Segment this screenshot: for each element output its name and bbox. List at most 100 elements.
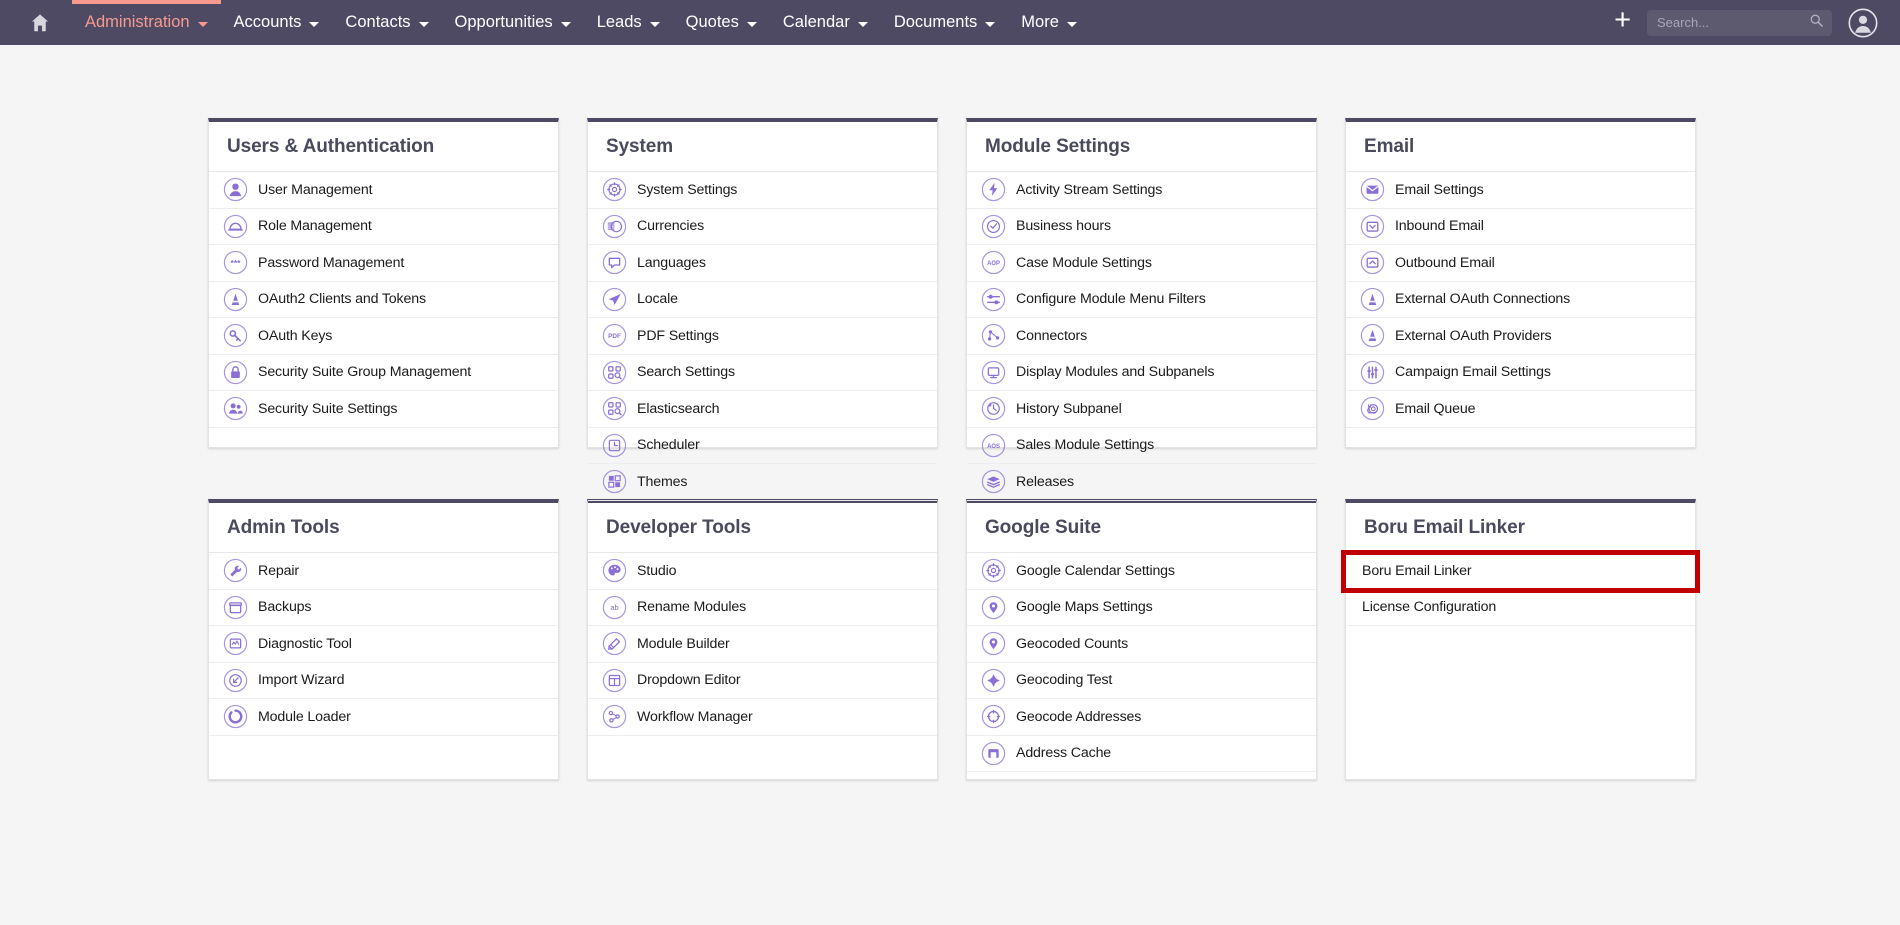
admin-link-studio[interactable]: Studio: [588, 553, 937, 590]
admin-link-address-cache[interactable]: Address Cache: [967, 736, 1316, 772]
search-input[interactable]: [1647, 9, 1832, 36]
admin-link-email-queue[interactable]: Email Queue: [1346, 391, 1695, 428]
paper-plane-icon: [602, 287, 627, 312]
admin-link-diagnostic-tool[interactable]: Diagnostic Tool: [209, 626, 558, 663]
nav-item-more[interactable]: More: [1008, 0, 1090, 45]
admin-link-label: Module Builder: [637, 635, 730, 652]
chevron-down-icon: [746, 22, 757, 27]
admin-link-email-settings[interactable]: Email Settings: [1346, 172, 1695, 209]
layers-stack-icon: [981, 469, 1006, 494]
admin-link-activity-stream-settings[interactable]: Activity Stream Settings: [967, 172, 1316, 209]
svg-text:***: ***: [230, 258, 241, 268]
admin-link-geocode-addresses[interactable]: Geocode Addresses: [967, 699, 1316, 736]
panel-row-1: Users & Authentication User Management Rol…: [0, 118, 1900, 501]
home-icon[interactable]: [18, 0, 62, 45]
admin-link-module-builder[interactable]: Module Builder: [588, 626, 937, 663]
admin-link-label: OAuth2 Clients and Tokens: [258, 291, 426, 308]
quick-create-button[interactable]: +: [1598, 6, 1647, 39]
admin-link-oauth2-clients-and-tokens[interactable]: OAuth2 Clients and Tokens: [209, 282, 558, 318]
panel-developer-tools: Developer Tools Studio ab Rename Modules Mod…: [587, 499, 938, 780]
chevron-down-icon: [649, 22, 660, 27]
admin-link-repair[interactable]: Repair: [209, 553, 558, 590]
nav-item-label: More: [1021, 13, 1059, 31]
admin-link-elasticsearch[interactable]: Elasticsearch: [588, 391, 937, 428]
admin-panels-grid: Users & Authentication User Management Rol…: [0, 45, 1900, 780]
admin-link-password-management[interactable]: *** Password Management: [209, 245, 558, 282]
monitor-icon: [981, 360, 1006, 385]
nav-item-administration[interactable]: Administration: [72, 0, 221, 45]
admin-link-label: External OAuth Connections: [1395, 291, 1571, 308]
admin-link-module-loader[interactable]: Module Loader: [209, 699, 558, 736]
panel-system: System System Settings Currencies Languages…: [587, 118, 938, 501]
nav-item-calendar[interactable]: Calendar: [770, 0, 881, 45]
admin-link-label: Email Settings: [1395, 181, 1484, 198]
admin-link-workflow-manager[interactable]: Workflow Manager: [588, 699, 937, 736]
clock-check-icon: [981, 214, 1006, 239]
admin-link-system-settings[interactable]: System Settings: [588, 172, 937, 209]
admin-link-oauth-keys[interactable]: OAuth Keys: [209, 318, 558, 355]
admin-link-connectors[interactable]: Connectors: [967, 318, 1316, 355]
admin-link-geocoded-counts[interactable]: Geocoded Counts: [967, 626, 1316, 663]
search-box[interactable]: [1647, 9, 1832, 36]
admin-link-history-subpanel[interactable]: History Subpanel: [967, 391, 1316, 428]
gear-icon: [981, 558, 1006, 583]
admin-link-outbound-email[interactable]: Outbound Email: [1346, 245, 1695, 282]
admin-link-label: History Subpanel: [1016, 400, 1122, 417]
nav-item-documents[interactable]: Documents: [881, 0, 1008, 45]
admin-link-currencies[interactable]: Currencies: [588, 209, 937, 245]
user-avatar-icon[interactable]: [1848, 8, 1878, 38]
admin-link-label: Role Management: [258, 218, 372, 235]
admin-link-configure-module-menu-filters[interactable]: Configure Module Menu Filters: [967, 282, 1316, 318]
nav-item-label: Accounts: [233, 13, 302, 31]
coins-currency-icon: [602, 214, 627, 239]
admin-link-label: Backups: [258, 599, 312, 616]
admin-link-releases[interactable]: Releases: [967, 464, 1316, 501]
admin-link-themes[interactable]: Themes: [588, 464, 937, 501]
admin-link-dropdown-editor[interactable]: Dropdown Editor: [588, 663, 937, 699]
admin-link-sales-module-settings[interactable]: AOS Sales Module Settings: [967, 428, 1316, 464]
admin-link-display-modules-and-subpanels[interactable]: Display Modules and Subpanels: [967, 355, 1316, 391]
admin-link-scheduler[interactable]: Scheduler: [588, 428, 937, 464]
admin-link-boru-email-linker[interactable]: Boru Email Linker: [1346, 553, 1695, 590]
admin-link-label: Rename Modules: [637, 599, 747, 616]
nav-item-opportunities[interactable]: Opportunities: [442, 0, 584, 45]
admin-link-license-configuration[interactable]: License Configuration: [1346, 590, 1695, 626]
admin-link-geocoding-test[interactable]: Geocoding Test: [967, 663, 1316, 699]
admin-link-search-settings[interactable]: Search Settings: [588, 355, 937, 391]
geocoding-target-icon: [981, 668, 1006, 693]
admin-link-campaign-email-settings[interactable]: Campaign Email Settings: [1346, 355, 1695, 391]
admin-link-rename-modules[interactable]: ab Rename Modules: [588, 590, 937, 626]
admin-link-locale[interactable]: Locale: [588, 282, 937, 318]
admin-link-role-management[interactable]: Role Management: [209, 209, 558, 245]
admin-link-external-oauth-connections[interactable]: External OAuth Connections: [1346, 282, 1695, 318]
admin-link-label: Import Wizard: [258, 672, 345, 689]
nav-item-contacts[interactable]: Contacts: [332, 0, 441, 45]
panel-title: Module Settings: [967, 122, 1316, 172]
admin-link-label: Inbound Email: [1395, 218, 1484, 235]
admin-link-inbound-email[interactable]: Inbound Email: [1346, 209, 1695, 245]
admin-link-user-management[interactable]: User Management: [209, 172, 558, 209]
panel-title: Google Suite: [967, 503, 1316, 553]
envelope-icon: [1360, 177, 1385, 202]
admin-link-external-oauth-providers[interactable]: External OAuth Providers: [1346, 318, 1695, 355]
admin-link-pdf-settings[interactable]: PDF PDF Settings: [588, 318, 937, 355]
nav-item-accounts[interactable]: Accounts: [221, 0, 333, 45]
admin-link-case-module-settings[interactable]: AOP Case Module Settings: [967, 245, 1316, 282]
admin-link-label: Geocode Addresses: [1016, 708, 1142, 725]
chevron-down-icon: [1066, 22, 1077, 27]
admin-link-google-calendar-settings[interactable]: Google Calendar Settings: [967, 553, 1316, 590]
admin-link-languages[interactable]: Languages: [588, 245, 937, 282]
admin-link-security-suite-settings[interactable]: Security Suite Settings: [209, 391, 558, 428]
admin-link-label: Campaign Email Settings: [1395, 364, 1551, 381]
admin-link-import-wizard[interactable]: Import Wizard: [209, 663, 558, 699]
admin-link-label: User Management: [258, 181, 373, 198]
admin-link-business-hours[interactable]: Business hours: [967, 209, 1316, 245]
panel-admin-tools: Admin Tools Repair Backups Diagnostic Tool I…: [208, 499, 559, 780]
admin-link-label: Elasticsearch: [637, 400, 720, 417]
nav-item-leads[interactable]: Leads: [584, 0, 673, 45]
admin-link-backups[interactable]: Backups: [209, 590, 558, 626]
panel-item-list: Google Calendar Settings Google Maps Sett…: [967, 553, 1316, 772]
admin-link-security-suite-group-management[interactable]: Security Suite Group Management: [209, 355, 558, 391]
admin-link-google-maps-settings[interactable]: Google Maps Settings: [967, 590, 1316, 626]
nav-item-quotes[interactable]: Quotes: [673, 0, 770, 45]
